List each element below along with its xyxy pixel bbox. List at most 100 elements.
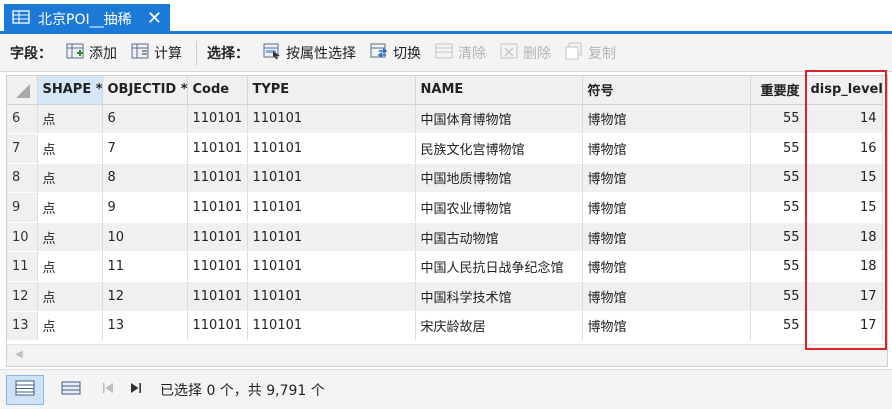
cell-objectid[interactable]: 12 (102, 281, 188, 312)
list-view-button[interactable] (52, 375, 90, 405)
cell-objectid[interactable]: 13 (102, 311, 188, 342)
cell-disp-level[interactable]: 16 (805, 133, 883, 164)
cell-name[interactable]: 中国古动物馆 (415, 222, 583, 253)
row-number[interactable]: 12 (7, 281, 38, 312)
cell-type[interactable]: 110101 (247, 192, 416, 223)
cell-disp-level[interactable]: 15 (805, 192, 883, 223)
column-header-name[interactable]: NAME (415, 76, 583, 105)
row-number[interactable]: 7 (7, 133, 38, 164)
cell-shape[interactable]: 点 (37, 281, 103, 312)
cell-name[interactable]: 中国地质博物馆 (415, 163, 583, 194)
cell-disp-level[interactable]: 15 (805, 163, 883, 194)
row-number[interactable]: 10 (7, 222, 38, 253)
column-header-symbol[interactable]: 符号 (582, 76, 751, 105)
tab-table-view[interactable]: 北京POI__抽稀 ✕ (4, 4, 170, 34)
row-number[interactable]: 11 (7, 251, 38, 283)
cell-symbol[interactable]: 博物馆 (582, 133, 751, 164)
table-row[interactable]: 10 点 10 110101 110101 中国古动物馆 博物馆 55 18 (7, 222, 883, 253)
cell-type[interactable]: 110101 (247, 163, 416, 194)
copy-selection-button[interactable]: 复制 (565, 42, 616, 64)
cell-importance[interactable]: 55 (750, 192, 806, 223)
table-row[interactable]: 7 点 7 110101 110101 民族文化宫博物馆 博物馆 55 16 (7, 133, 883, 164)
select-all-corner[interactable] (7, 76, 38, 105)
row-number[interactable]: 13 (7, 311, 38, 342)
cell-disp-level[interactable]: 17 (805, 311, 883, 342)
column-header-disp-level[interactable]: disp_level (805, 76, 883, 105)
cell-importance[interactable]: 55 (750, 251, 806, 283)
cell-name[interactable]: 宋庆龄故居 (415, 311, 583, 342)
switch-selection-button[interactable]: 切换 (370, 42, 421, 64)
cell-objectid[interactable]: 11 (102, 251, 188, 283)
cell-symbol[interactable]: 博物馆 (582, 222, 751, 253)
cell-importance[interactable]: 55 (750, 281, 806, 312)
add-field-button[interactable]: 添加 (66, 42, 117, 64)
cell-importance[interactable]: 55 (750, 311, 806, 342)
column-header-importance[interactable]: 重要度 (750, 76, 806, 105)
cell-disp-level[interactable]: 18 (805, 251, 883, 283)
cell-code[interactable]: 110101 (187, 104, 248, 135)
cell-name[interactable]: 中国人民抗日战争纪念馆 (415, 251, 583, 283)
horizontal-scrollbar[interactable]: ◀ (7, 344, 887, 366)
cell-importance[interactable]: 55 (750, 163, 806, 194)
cell-code[interactable]: 110101 (187, 192, 248, 223)
cell-disp-level[interactable]: 17 (805, 281, 883, 312)
cell-symbol[interactable]: 博物馆 (582, 251, 751, 283)
cell-symbol[interactable]: 博物馆 (582, 163, 751, 194)
cell-importance[interactable]: 55 (750, 133, 806, 164)
cell-name[interactable]: 中国体育博物馆 (415, 104, 583, 135)
cell-shape[interactable]: 点 (37, 104, 103, 135)
cell-type[interactable]: 110101 (247, 133, 416, 164)
cell-shape[interactable]: 点 (37, 222, 103, 253)
cell-code[interactable]: 110101 (187, 311, 248, 342)
column-header-type[interactable]: TYPE (247, 76, 416, 105)
cell-disp-level[interactable]: 14 (805, 104, 883, 135)
cell-code[interactable]: 110101 (187, 222, 248, 253)
close-icon[interactable]: ✕ (147, 10, 162, 28)
row-number[interactable]: 8 (7, 163, 38, 194)
cell-code[interactable]: 110101 (187, 281, 248, 312)
cell-objectid[interactable]: 10 (102, 222, 188, 253)
cell-objectid[interactable]: 9 (102, 192, 188, 223)
cell-objectid[interactable]: 7 (102, 133, 188, 164)
cell-objectid[interactable]: 6 (102, 104, 188, 135)
row-number[interactable]: 6 (7, 104, 38, 135)
cell-shape[interactable]: 点 (37, 133, 103, 164)
cell-name[interactable]: 中国科学技术馆 (415, 281, 583, 312)
cell-type[interactable]: 110101 (247, 311, 416, 342)
cell-type[interactable]: 110101 (247, 281, 416, 312)
table-row[interactable]: 11 点 11 110101 110101 中国人民抗日战争纪念馆 博物馆 55… (7, 251, 883, 283)
cell-type[interactable]: 110101 (247, 222, 416, 253)
select-by-attributes-button[interactable]: 按属性选择 (263, 42, 356, 64)
scroll-left-icon[interactable]: ◀ (15, 349, 23, 360)
cell-symbol[interactable]: 博物馆 (582, 192, 751, 223)
cell-type[interactable]: 110101 (247, 251, 416, 283)
cell-shape[interactable]: 点 (37, 163, 103, 194)
cell-symbol[interactable]: 博物馆 (582, 104, 751, 135)
cell-importance[interactable]: 55 (750, 222, 806, 253)
cell-shape[interactable]: 点 (37, 251, 103, 283)
calculate-field-button[interactable]: 计算 (131, 42, 182, 64)
cell-name[interactable]: 民族文化宫博物馆 (415, 133, 583, 164)
cell-objectid[interactable]: 8 (102, 163, 188, 194)
cell-code[interactable]: 110101 (187, 163, 248, 194)
table-row[interactable]: 8 点 8 110101 110101 中国地质博物馆 博物馆 55 15 (7, 163, 883, 194)
cell-disp-level[interactable]: 18 (805, 222, 883, 253)
cell-code[interactable]: 110101 (187, 251, 248, 283)
cell-importance[interactable]: 55 (750, 104, 806, 135)
cell-symbol[interactable]: 博物馆 (582, 311, 751, 342)
table-row[interactable]: 9 点 9 110101 110101 中国农业博物馆 博物馆 55 15 (7, 192, 883, 223)
table-row[interactable]: 12 点 12 110101 110101 中国科学技术馆 博物馆 55 17 (7, 281, 883, 312)
column-header-objectid[interactable]: OBJECTID * (102, 76, 188, 105)
table-row[interactable]: 6 点 6 110101 110101 中国体育博物馆 博物馆 55 14 (7, 104, 883, 135)
cell-name[interactable]: 中国农业博物馆 (415, 192, 583, 223)
cell-code[interactable]: 110101 (187, 133, 248, 164)
cell-type[interactable]: 110101 (247, 104, 416, 135)
cell-shape[interactable]: 点 (37, 192, 103, 223)
table-row[interactable]: 13 点 13 110101 110101 宋庆龄故居 博物馆 55 17 (7, 311, 883, 342)
column-header-shape[interactable]: SHAPE * (37, 76, 103, 105)
first-record-button[interactable] (98, 380, 118, 400)
delete-selection-button[interactable]: 删除 (500, 42, 551, 64)
column-header-code[interactable]: Code (187, 76, 248, 105)
last-record-button[interactable] (126, 380, 146, 400)
cell-shape[interactable]: 点 (37, 311, 103, 342)
